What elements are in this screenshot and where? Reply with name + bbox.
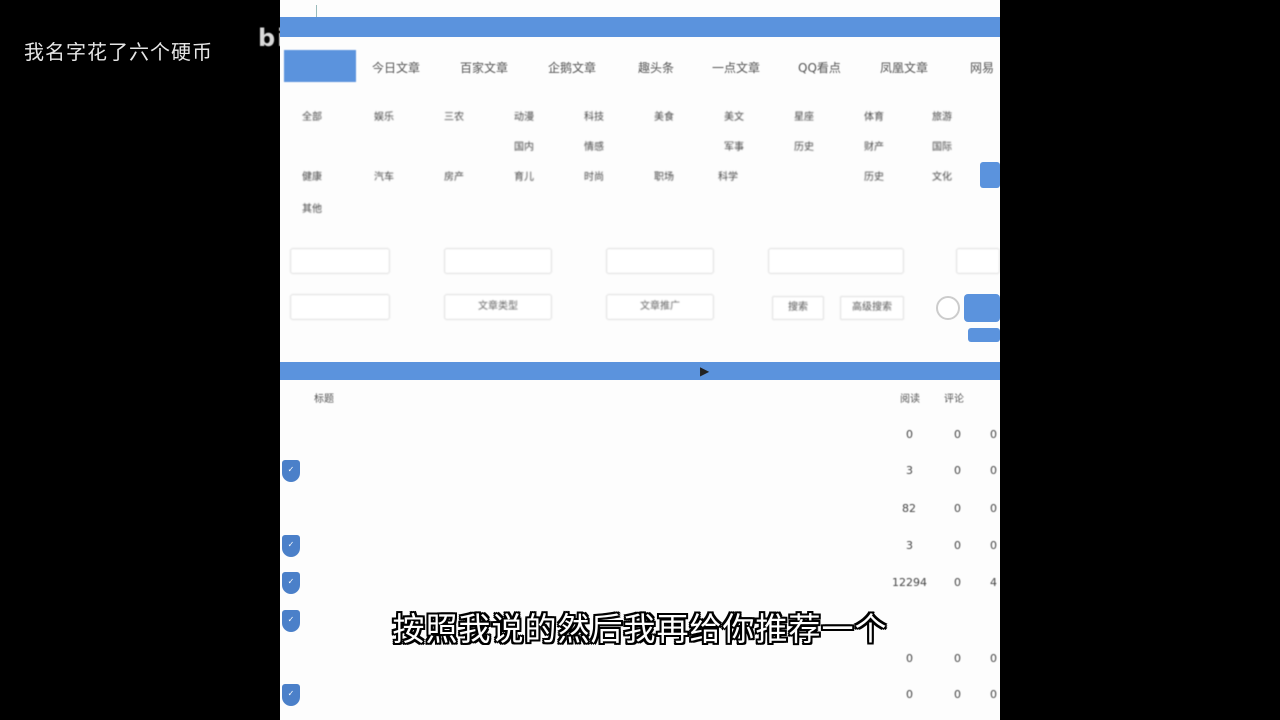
category-item[interactable]: 财产 [864, 138, 884, 153]
extra-count: 0 [990, 502, 997, 515]
filter-select[interactable] [290, 248, 390, 274]
category-item[interactable]: 科技 [584, 108, 604, 123]
tab-today[interactable]: 今日文章 [372, 54, 420, 82]
shield-icon: ✓ [282, 535, 300, 557]
category-item[interactable]: 国际 [932, 138, 952, 153]
category-item[interactable]: 情感 [584, 138, 604, 153]
secondary-button[interactable] [968, 328, 1000, 342]
shield-icon: ✓ [282, 684, 300, 706]
tab-fenghuang[interactable]: 凤凰文章 [880, 54, 928, 82]
category-item[interactable]: 历史 [794, 138, 814, 153]
read-count: 0 [906, 688, 913, 701]
shield-icon: ✓ [282, 460, 300, 482]
category-item[interactable]: 三农 [444, 108, 464, 123]
comment-count: 0 [954, 428, 961, 441]
tab-penguin[interactable]: 企鹅文章 [548, 54, 596, 82]
advanced-search-button[interactable]: 高级搜索 [840, 296, 904, 320]
column-header-comments: 评论 [944, 394, 964, 405]
read-count: 12294 [892, 576, 927, 589]
category-item[interactable]: 全部 [302, 108, 322, 123]
category-item[interactable]: 房产 [444, 168, 464, 183]
read-count: 0 [906, 652, 913, 665]
extra-count: 0 [990, 464, 997, 477]
category-item[interactable]: 汽车 [374, 168, 394, 183]
filter-select[interactable] [444, 248, 552, 274]
column-header-title: 标题 [314, 394, 334, 405]
category-item[interactable]: 历史 [864, 168, 884, 183]
article-type-select[interactable]: 文章类型 [444, 294, 552, 320]
category-item[interactable]: 职场 [654, 168, 674, 183]
category-item[interactable]: 国内 [514, 138, 534, 153]
comment-count: 0 [954, 688, 961, 701]
extra-count: 0 [990, 428, 997, 441]
read-count: 0 [906, 428, 913, 441]
comment-count: 0 [954, 464, 961, 477]
table-row[interactable]: ✓ 12294 0 4 [280, 572, 1000, 596]
shield-icon: ✓ [282, 572, 300, 594]
tab-qutoutiao[interactable]: 趣头条 [638, 54, 674, 82]
category-item[interactable]: 科学 [718, 168, 738, 183]
filter-select[interactable] [768, 248, 904, 274]
read-count: 3 [906, 539, 913, 552]
category-item[interactable]: 体育 [864, 108, 884, 123]
extra-count: 0 [990, 539, 997, 552]
tab-yidian[interactable]: 一点文章 [712, 54, 760, 82]
category-item[interactable]: 育儿 [514, 168, 534, 183]
category-item[interactable]: 其他 [302, 200, 322, 215]
window-notch [316, 5, 324, 17]
category-item[interactable]: 美食 [654, 108, 674, 123]
top-bar [280, 17, 1000, 37]
category-item[interactable]: 动漫 [514, 108, 534, 123]
tab-qq-kandian[interactable]: QQ看点 [798, 54, 841, 82]
extra-count: 4 [990, 576, 997, 589]
table-row[interactable]: 0 0 0 [280, 648, 1000, 672]
table-header: 标题 阅读 评论 [280, 390, 1000, 406]
table-row[interactable]: ✓ 3 0 0 [280, 535, 1000, 559]
column-header-reads: 阅读 [900, 394, 920, 405]
filter-select[interactable] [290, 294, 390, 320]
side-tab-button[interactable] [980, 162, 1000, 188]
extra-count: 0 [990, 652, 997, 665]
comment-count: 0 [954, 576, 961, 589]
mouse-cursor-icon: ▶ [700, 364, 710, 378]
platform-tabs: 今日文章 百家文章 企鹅文章 趣头条 一点文章 QQ看点 凤凰文章 网易 [280, 50, 1000, 82]
category-item[interactable]: 健康 [302, 168, 322, 183]
tab-all[interactable] [284, 50, 356, 82]
read-count: 3 [906, 464, 913, 477]
reset-icon[interactable] [936, 296, 960, 320]
table-row[interactable]: ✓ 3 0 0 [280, 460, 1000, 484]
confirm-button[interactable] [964, 294, 1000, 322]
category-item[interactable]: 美文 [724, 108, 744, 123]
table-row[interactable]: 82 0 0 [280, 498, 1000, 522]
category-item[interactable]: 旅游 [932, 108, 952, 123]
read-count: 82 [902, 502, 916, 515]
video-subtitle: 按照我说的然后我再给你推荐一个 [392, 610, 888, 648]
table-row[interactable]: 0 0 0 [280, 424, 1000, 448]
filter-select[interactable] [956, 248, 1000, 274]
section-divider-bar [280, 362, 1000, 380]
comment-count: 0 [954, 539, 961, 552]
search-button[interactable]: 搜索 [772, 296, 824, 320]
comment-count: 0 [954, 502, 961, 515]
tab-baijia[interactable]: 百家文章 [460, 54, 508, 82]
watermark-text: 我名字花了六个硬币 [24, 40, 213, 64]
article-promote-select[interactable]: 文章推广 [606, 294, 714, 320]
category-item[interactable]: 星座 [794, 108, 814, 123]
category-item[interactable]: 时尚 [584, 168, 604, 183]
category-item[interactable]: 文化 [932, 168, 952, 183]
category-item[interactable]: 娱乐 [374, 108, 394, 123]
extra-count: 0 [990, 688, 997, 701]
comment-count: 0 [954, 652, 961, 665]
category-item[interactable]: 军事 [724, 138, 744, 153]
table-row[interactable]: ✓ 0 0 0 [280, 684, 1000, 708]
filter-select[interactable] [606, 248, 714, 274]
tab-netease[interactable]: 网易 [970, 54, 994, 82]
